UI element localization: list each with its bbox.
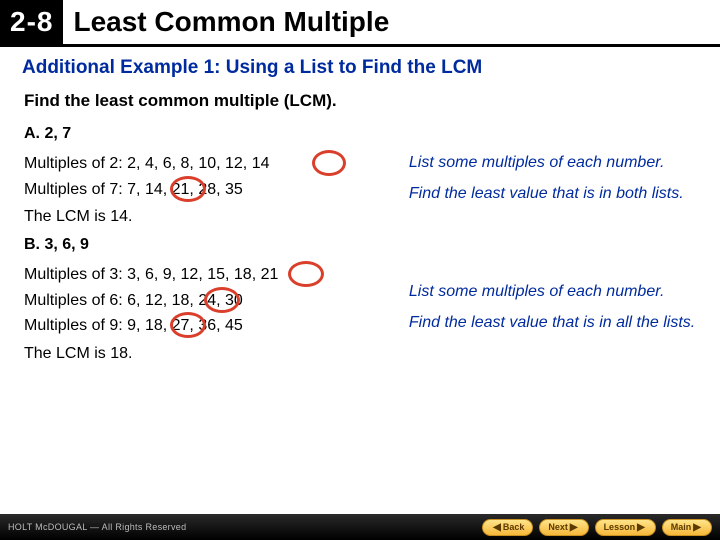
part-b-hints: List some multiples of each number. Find… — [387, 260, 696, 344]
part-a-hint2: Find the least value that is in both lis… — [409, 184, 696, 205]
circle-icon — [288, 261, 324, 287]
chevron-left-icon: ◀ — [493, 522, 501, 533]
part-a-line2-text: Multiples of 7: 7, 14, 21, 28, 35 — [24, 181, 243, 198]
main-button[interactable]: Main▶ — [662, 519, 712, 536]
part-a-label: A. 2, 7 — [24, 125, 696, 143]
part-b-hint2: Find the least value that is in all the … — [409, 313, 696, 334]
part-b-label: B. 3, 6, 9 — [24, 236, 696, 254]
part-b-left: Multiples of 3: 3, 6, 9, 12, 15, 18, 21 … — [24, 260, 387, 369]
lesson-number: 2-8 — [0, 0, 63, 44]
part-b-multiples-6: Multiples of 6: 6, 12, 18, 24, 30 — [24, 290, 387, 312]
part-a-hints: List some multiples of each number. Find… — [387, 149, 696, 215]
example-subtitle: Additional Example 1: Using a List to Fi… — [0, 47, 720, 85]
chevron-right-icon: ▶ — [693, 522, 701, 533]
next-label: Next — [548, 522, 568, 532]
part-a-result: The LCM is 14. — [24, 208, 387, 226]
content-area: A. 2, 7 Multiples of 2: 2, 4, 6, 8, 10, … — [0, 121, 720, 514]
chevron-right-icon: ▶ — [637, 522, 645, 533]
part-a-line1-text: Multiples of 2: 2, 4, 6, 8, 10, 12, 14 — [24, 155, 269, 172]
brand-text: HOLT McDOUGAL — All Rights Reserved — [8, 522, 476, 532]
part-b-multiples-3: Multiples of 3: 3, 6, 9, 12, 15, 18, 21 — [24, 264, 387, 286]
part-b-row: Multiples of 3: 3, 6, 9, 12, 15, 18, 21 … — [24, 260, 696, 369]
back-label: Back — [503, 522, 525, 532]
part-a-row: Multiples of 2: 2, 4, 6, 8, 10, 12, 14 M… — [24, 149, 696, 232]
lesson-title: Least Common Multiple — [63, 2, 720, 42]
circle-icon — [312, 150, 346, 176]
next-button[interactable]: Next▶ — [539, 519, 588, 536]
part-b-result: The LCM is 18. — [24, 345, 387, 363]
part-a-hint1: List some multiples of each number. — [409, 153, 696, 174]
lesson-label: Lesson — [604, 522, 636, 532]
part-b-line1-text: Multiples of 3: 3, 6, 9, 12, 15, 18, 21 — [24, 266, 278, 283]
part-a-multiples-2: Multiples of 2: 2, 4, 6, 8, 10, 12, 14 — [24, 153, 387, 175]
instruction-text: Find the least common multiple (LCM). — [0, 85, 720, 121]
main-label: Main — [671, 522, 692, 532]
footer-bar: HOLT McDOUGAL — All Rights Reserved ◀Bac… — [0, 514, 720, 540]
part-b-hint1: List some multiples of each number. — [409, 282, 696, 303]
part-a-left: Multiples of 2: 2, 4, 6, 8, 10, 12, 14 M… — [24, 149, 387, 232]
part-b-line2-text: Multiples of 6: 6, 12, 18, 24, 30 — [24, 292, 243, 309]
lesson-button[interactable]: Lesson▶ — [595, 519, 656, 536]
part-b-line3-text: Multiples of 9: 9, 18, 27, 36, 45 — [24, 317, 243, 334]
chevron-right-icon: ▶ — [570, 522, 578, 533]
part-a-multiples-7: Multiples of 7: 7, 14, 21, 28, 35 — [24, 179, 387, 201]
part-b-multiples-9: Multiples of 9: 9, 18, 27, 36, 45 — [24, 315, 387, 337]
slide-header: 2-8 Least Common Multiple — [0, 0, 720, 47]
slide: 2-8 Least Common Multiple Additional Exa… — [0, 0, 720, 540]
back-button[interactable]: ◀Back — [482, 519, 533, 536]
